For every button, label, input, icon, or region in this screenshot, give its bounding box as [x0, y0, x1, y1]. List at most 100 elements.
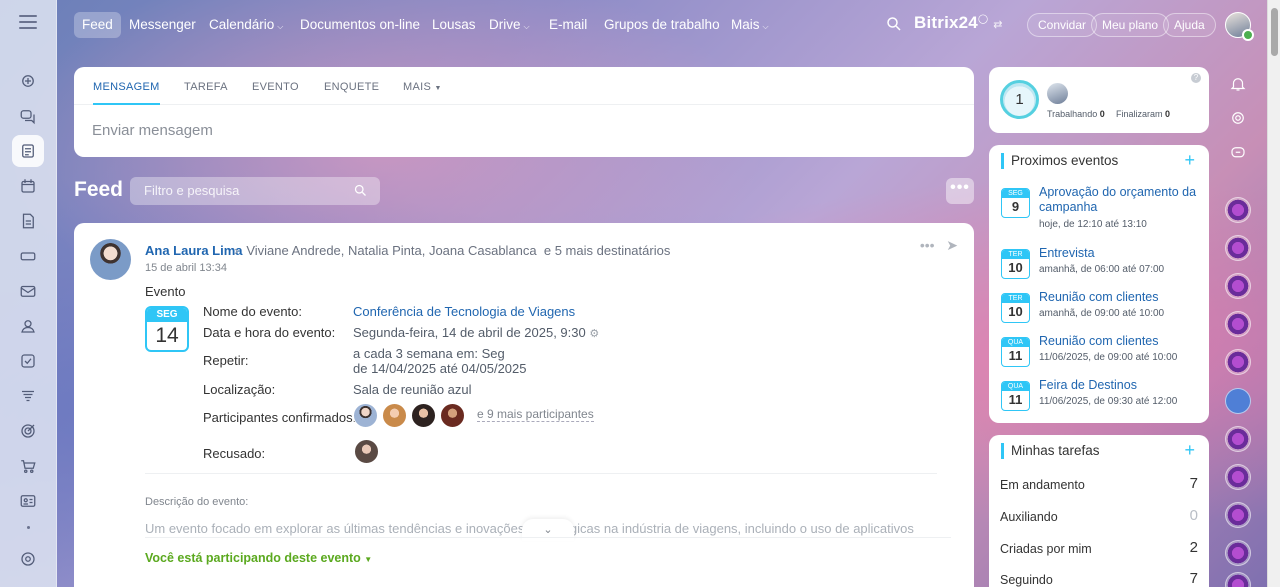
participant-avatar[interactable] [411, 403, 436, 428]
scrollbar-thumb[interactable] [1271, 8, 1278, 56]
event-time: 11/06/2025, de 09:30 até 12:00 [1039, 396, 1178, 407]
nav-drive[interactable]: Drive ⌵ [481, 12, 538, 38]
calendar-icon: TER 10 [1001, 293, 1030, 323]
event-title[interactable]: Feira de Destinos [1039, 378, 1199, 393]
group-chat-icon[interactable] [1225, 464, 1251, 490]
tab-event[interactable]: EVENTO [252, 81, 299, 93]
event-name-link[interactable]: Conferência de Tecnologia de Viagens [353, 304, 575, 319]
composer-tabs: MENSAGEM TAREFA EVENTO ENQUETE MAIS ▼ [74, 67, 974, 105]
task-row-following[interactable]: Seguindo 7 [1000, 570, 1198, 587]
my-tasks-panel: Minhas tarefas + Em andamento 7 Auxiliand… [989, 435, 1209, 587]
nav-workgroups[interactable]: Grupos de trabalho [596, 12, 728, 38]
calendar-icon: TER 10 [1001, 249, 1030, 279]
message-input[interactable]: Enviar mensagem [92, 122, 213, 139]
nav-messenger[interactable]: Messenger [121, 12, 204, 38]
participant-avatar[interactable] [440, 403, 465, 428]
group-chat-icon[interactable] [1225, 540, 1251, 566]
event-title[interactable]: Reunião com clientes [1039, 290, 1199, 305]
calendar-day: 14 [155, 324, 179, 347]
search-icon[interactable] [353, 183, 368, 198]
invite-button[interactable]: Convidar [1027, 13, 1098, 37]
working-stat: Trabalhando 0 [1047, 109, 1105, 119]
group-chat-icon[interactable] [1225, 502, 1251, 528]
task-row-assisting[interactable]: Auxiliando 0 [1000, 507, 1198, 524]
group-chat-icon[interactable] [1225, 235, 1251, 261]
page-scrollbar[interactable] [1267, 0, 1280, 587]
online-status-icon [1242, 29, 1254, 41]
brand-switch-icon[interactable]: ⇄ [993, 19, 1002, 31]
tab-message[interactable]: MENSAGEM [93, 81, 160, 105]
author-avatar[interactable] [90, 239, 131, 280]
sidebar-tasks-icon[interactable] [12, 345, 44, 377]
group-chat-icon[interactable] [1225, 311, 1251, 337]
declined-participant-avatar[interactable] [354, 439, 379, 464]
sidebar-crm-icon[interactable] [12, 380, 44, 412]
calendar-icon: SEG 9 [1001, 188, 1030, 218]
participant-avatar[interactable] [353, 403, 378, 428]
bell-icon[interactable] [1225, 71, 1251, 97]
sidebar-drive-icon[interactable] [12, 240, 44, 272]
nav-feed[interactable]: Feed [74, 12, 121, 38]
nav-boards[interactable]: Lousas [424, 12, 484, 38]
settings-icon[interactable] [12, 543, 44, 575]
user-avatar[interactable] [1225, 12, 1254, 41]
sidebar-groups-icon[interactable] [12, 310, 44, 342]
timezone-icon[interactable]: ⚙ [589, 328, 599, 340]
add-event-icon[interactable]: + [1184, 150, 1195, 171]
group-chat-icon[interactable] [1225, 197, 1251, 223]
field-label: Nome do evento: [203, 304, 303, 319]
my-plan-button[interactable]: Meu plano [1091, 13, 1170, 37]
event-time: 11/06/2025, de 09:00 até 10:00 [1039, 352, 1178, 363]
sidebar-collab-icon[interactable] [12, 65, 44, 97]
sidebar-contact-center-icon[interactable] [12, 485, 44, 517]
participant-avatar[interactable] [382, 403, 407, 428]
add-task-icon[interactable]: + [1184, 440, 1195, 461]
task-row-in-progress[interactable]: Em andamento 7 [1000, 475, 1198, 492]
event-title[interactable]: Entrevista [1039, 246, 1199, 261]
help-icon[interactable]: ? [1191, 73, 1201, 83]
menu-icon[interactable] [19, 15, 37, 31]
mini-avatar[interactable] [1047, 83, 1068, 104]
tab-task[interactable]: TAREFA [184, 81, 228, 93]
workday-counter[interactable]: 1 [1000, 80, 1039, 119]
more-options-icon[interactable]: ••• [920, 237, 935, 253]
nav-documents[interactable]: Documentos on-line [292, 12, 428, 38]
sidebar-calendar-icon[interactable] [12, 170, 44, 202]
feed-search-input[interactable]: Filtro e pesquisa [130, 177, 380, 205]
search-icon[interactable] [885, 15, 903, 33]
feed-more-button[interactable]: ••• [946, 178, 974, 204]
caret-down-icon: ▼ [364, 555, 373, 564]
group-chat-icon[interactable] [1225, 426, 1251, 452]
event-title[interactable]: Reunião com clientes [1039, 334, 1199, 349]
bookmark-icon[interactable] [1225, 388, 1251, 414]
pin-icon[interactable]: ➤ [946, 237, 958, 253]
event-title[interactable]: Aprovação do orçamento da campanha [1039, 185, 1199, 215]
sidebar-store-icon[interactable] [12, 450, 44, 482]
group-chat-icon[interactable] [1225, 273, 1251, 299]
page-title: Feed [74, 178, 124, 201]
tab-poll[interactable]: ENQUETE [324, 81, 379, 93]
repeat-range: de 14/04/2025 até 04/05/2025 [353, 361, 527, 376]
sidebar-mail-icon[interactable] [12, 275, 44, 307]
sidebar-separator [27, 526, 30, 529]
sidebar-messenger-icon[interactable] [12, 100, 44, 132]
sidebar-marketing-icon[interactable] [12, 415, 44, 447]
nav-more[interactable]: Mais ⌵ [723, 12, 777, 38]
chat-icon[interactable] [1225, 140, 1251, 166]
caret-down-icon: ▼ [434, 85, 442, 92]
copilot-icon[interactable] [1225, 105, 1251, 131]
post-recipients[interactable]: › Viviane Andrede, Natalia Pinta, Joana C… [234, 243, 670, 258]
attendance-status-dropdown[interactable]: Você está participando deste evento ▼ [145, 551, 372, 565]
help-button[interactable]: Ajuda [1163, 13, 1216, 37]
group-chat-icon[interactable] [1225, 349, 1251, 375]
task-row-created[interactable]: Criadas por mim 2 [1000, 539, 1198, 556]
sidebar-documents-icon[interactable] [12, 205, 44, 237]
panel-title: Proximos eventos [1001, 153, 1118, 169]
post-author[interactable]: Ana Laura Lima [145, 243, 243, 258]
nav-email[interactable]: E-mail [541, 12, 595, 38]
sidebar-feed-icon[interactable] [12, 135, 44, 167]
nav-calendar[interactable]: Calendário ⌵ [201, 12, 291, 38]
chevron-down-icon: ⌄ [543, 524, 553, 536]
tab-more[interactable]: MAIS ▼ [403, 81, 442, 93]
more-participants-link[interactable]: e 9 mais participantes [477, 407, 594, 422]
